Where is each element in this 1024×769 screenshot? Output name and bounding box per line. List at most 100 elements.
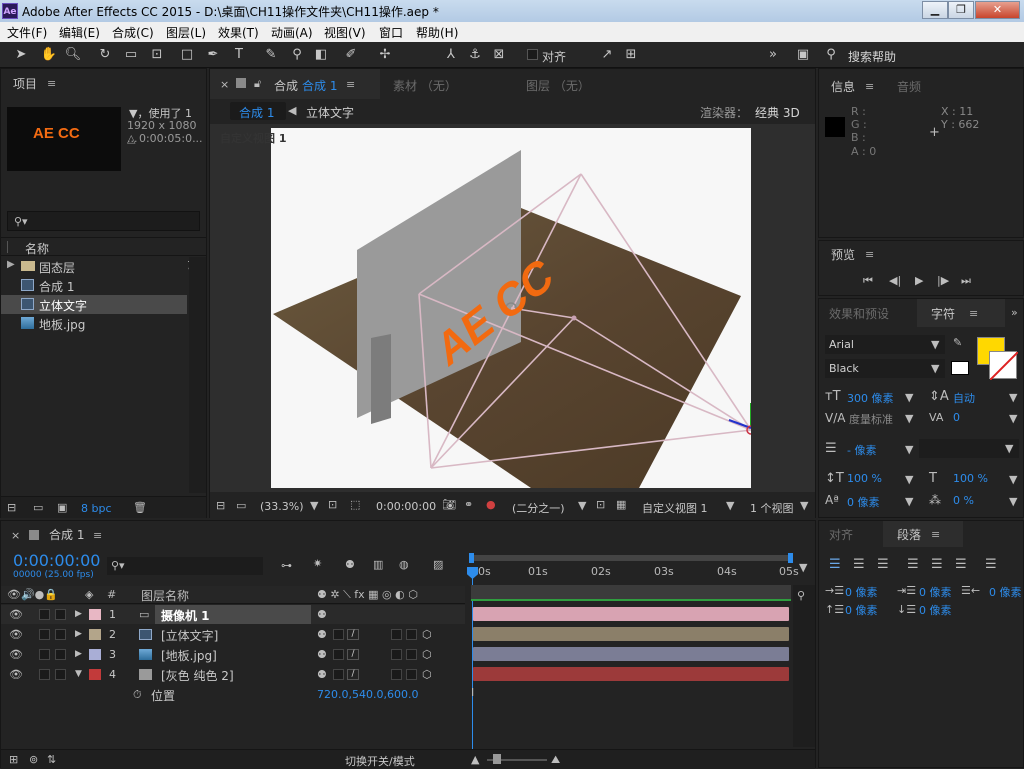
zoom-in-icon[interactable]: ⛰ bbox=[551, 753, 560, 767]
restore-button[interactable]: ❐ bbox=[948, 1, 974, 19]
quality-switch-icon[interactable]: / bbox=[347, 649, 359, 660]
space-after-value[interactable]: 0 像素 bbox=[919, 602, 952, 618]
menu-animation[interactable]: 动画(A) bbox=[271, 24, 313, 41]
property-row[interactable]: ⏱︎ 位置 720.0,540.0,600.0 bbox=[1, 685, 465, 704]
project-scrollbar[interactable] bbox=[189, 257, 206, 493]
switches-modes-toggle[interactable]: 切换开关/模式 bbox=[345, 753, 415, 769]
toggle-switches-icon[interactable]: ⊞ bbox=[9, 753, 18, 766]
previous-frame-icon[interactable]: ◀| bbox=[889, 274, 901, 287]
shy-layers-icon[interactable]: ⚉ bbox=[345, 558, 355, 571]
menu-effect[interactable]: 效果(T) bbox=[218, 24, 259, 41]
toggle-in-out-icon[interactable]: ⇅ bbox=[47, 753, 56, 766]
expand-chevron-icon[interactable]: » bbox=[764, 46, 782, 64]
snap-grid-icon[interactable]: ⊞ bbox=[622, 46, 640, 64]
info-tab[interactable]: 信息 bbox=[831, 78, 855, 95]
always-preview-icon[interactable]: ⊟ bbox=[216, 499, 225, 512]
layer-bar[interactable] bbox=[473, 647, 789, 661]
view-layout-select[interactable]: 1 个视图 bbox=[750, 500, 794, 516]
expand-chevron-icon[interactable]: » bbox=[1011, 306, 1018, 319]
monitor-icon[interactable]: ▭ bbox=[236, 499, 246, 512]
expand-triangle-icon[interactable]: ▶ bbox=[75, 629, 82, 639]
timeline-tab[interactable]: 合成 1 bbox=[49, 526, 84, 543]
stroke-color-swatch[interactable] bbox=[989, 351, 1019, 381]
workspace-icon[interactable]: ▣ bbox=[794, 46, 812, 64]
layer-row[interactable]: 👁︎ ▼ 4 [灰色 纯色 2] ⚉ / ⬡ bbox=[1, 665, 465, 684]
layer-bar[interactable] bbox=[473, 667, 789, 681]
brush-tool-icon[interactable]: ✎ bbox=[262, 46, 280, 64]
project-item-3dtext[interactable]: 立体文字 bbox=[1, 295, 187, 314]
project-item-floor[interactable]: 地板.jpg bbox=[1, 314, 187, 333]
expand-triangle-icon[interactable]: ▶ bbox=[75, 609, 82, 619]
character-tab[interactable]: 字符 bbox=[931, 305, 955, 322]
eyedropper-icon[interactable]: ✎ bbox=[953, 336, 962, 349]
layer-tab[interactable]: 图层 （无） bbox=[526, 77, 590, 94]
draft-3d-icon[interactable]: ✷ bbox=[313, 557, 322, 570]
zoom-out-icon[interactable]: ▲ bbox=[471, 753, 479, 766]
graph-editor-icon[interactable]: ▨ bbox=[433, 558, 443, 571]
menu-help[interactable]: 帮助(H) bbox=[416, 24, 458, 41]
viewer-menu-icon[interactable]: ≡ bbox=[346, 78, 355, 91]
clone-stamp-tool-icon[interactable]: ⚲ bbox=[288, 46, 306, 64]
layer-row[interactable]: 👁︎ ▶ 1 ▭ 摄像机 1 ⚉ bbox=[1, 605, 465, 624]
align-right-icon[interactable]: ☰ bbox=[877, 557, 889, 572]
font-family-select[interactable]: Arial ▼ bbox=[825, 335, 945, 354]
transparency-grid-icon[interactable]: ▦ bbox=[616, 498, 626, 511]
3d-layer-cube-icon[interactable]: ⬡ bbox=[422, 628, 432, 641]
resolution-select[interactable]: (二分之一) bbox=[512, 500, 565, 516]
menu-layer[interactable]: 图层(L) bbox=[166, 24, 206, 41]
close-tab-icon[interactable]: × bbox=[220, 78, 229, 91]
layer-row[interactable]: 👁︎ ▶ 2 [立体文字] ⚉ / ⬡ bbox=[1, 625, 465, 644]
shy-switch-icon[interactable]: ⚉ bbox=[317, 648, 327, 661]
work-area-bar[interactable] bbox=[469, 555, 793, 561]
channel-icon[interactable]: ● bbox=[486, 498, 496, 511]
character-menu-icon[interactable]: ≡ bbox=[969, 307, 978, 320]
layer-name[interactable]: [地板.jpg] bbox=[161, 647, 217, 664]
3d-view-select[interactable]: 自定义视图 1 bbox=[642, 500, 708, 516]
swap-colors-swatch[interactable] bbox=[951, 361, 969, 375]
shy-switch-icon[interactable]: ⚉ bbox=[317, 668, 327, 681]
zoom-slider-handle[interactable] bbox=[493, 754, 501, 764]
local-axis-icon[interactable]: ⅄ bbox=[442, 46, 460, 64]
visibility-eye-icon[interactable]: 👁︎ bbox=[9, 648, 23, 661]
align-left-icon[interactable]: ☰ bbox=[829, 557, 841, 572]
tracking-value[interactable]: 0 bbox=[953, 411, 960, 424]
first-frame-icon[interactable]: ⏮ bbox=[863, 274, 873, 288]
layer-name[interactable]: 摄像机 1 bbox=[161, 607, 210, 624]
frame-blending-icon[interactable]: ▥ bbox=[373, 558, 383, 571]
menu-view[interactable]: 视图(V) bbox=[324, 24, 366, 41]
bpc-toggle[interactable]: 8 bpc bbox=[81, 502, 112, 515]
comp-tab-name[interactable]: 合成 1 bbox=[302, 77, 337, 94]
layer-name-header[interactable]: 图层名称 bbox=[141, 587, 189, 604]
puppet-pin-tool-icon[interactable]: ✢ bbox=[376, 46, 394, 64]
new-folder-icon[interactable]: ▭ bbox=[33, 501, 43, 514]
layer-bar[interactable] bbox=[473, 627, 789, 641]
menu-window[interactable]: 窗口 bbox=[379, 24, 403, 41]
layer-bar[interactable] bbox=[473, 607, 789, 621]
snap-checkbox[interactable] bbox=[527, 49, 538, 60]
world-axis-icon[interactable]: ⚓ bbox=[466, 46, 484, 64]
show-snapshot-icon[interactable]: ⚭ bbox=[464, 498, 473, 511]
indent-left-value[interactable]: 0 像素 bbox=[845, 584, 878, 600]
footage-tab[interactable]: 素材 （无） bbox=[393, 77, 457, 94]
justify-left-icon[interactable]: ☰ bbox=[907, 557, 919, 572]
align-center-icon[interactable]: ☰ bbox=[853, 557, 865, 572]
justify-all-icon[interactable]: ☰ bbox=[985, 557, 997, 572]
timeline-scrollbar[interactable] bbox=[793, 585, 815, 747]
region-icon[interactable]: ⬚ bbox=[350, 498, 360, 511]
zoom-tool-icon[interactable]: 🔍︎ bbox=[64, 46, 82, 64]
search-help-input[interactable]: 搜索帮助 bbox=[848, 48, 896, 65]
last-frame-icon[interactable]: ⏭ bbox=[961, 274, 971, 288]
space-before-value[interactable]: 0 像素 bbox=[845, 602, 878, 618]
tsume-value[interactable]: 0 % bbox=[953, 494, 974, 507]
timeline-search-input[interactable]: ⚲▾ bbox=[107, 557, 263, 575]
paragraph-menu-icon[interactable]: ≡ bbox=[931, 528, 940, 541]
indent-right-value[interactable]: 0 像素 bbox=[989, 584, 1022, 600]
breadcrumb-item[interactable]: 立体文字 bbox=[306, 104, 354, 121]
paragraph-tab[interactable]: 段落 bbox=[897, 526, 921, 543]
stroke-style-select[interactable]: ▼ bbox=[919, 439, 1019, 458]
selection-tool-icon[interactable]: ➤ bbox=[12, 46, 30, 64]
hand-tool-icon[interactable]: ✋ bbox=[40, 46, 58, 64]
shy-switch-icon[interactable]: ⚉ bbox=[317, 628, 327, 641]
fit-icon[interactable]: ⊡ bbox=[328, 498, 337, 511]
layer-name[interactable]: [灰色 纯色 2] bbox=[161, 667, 234, 684]
